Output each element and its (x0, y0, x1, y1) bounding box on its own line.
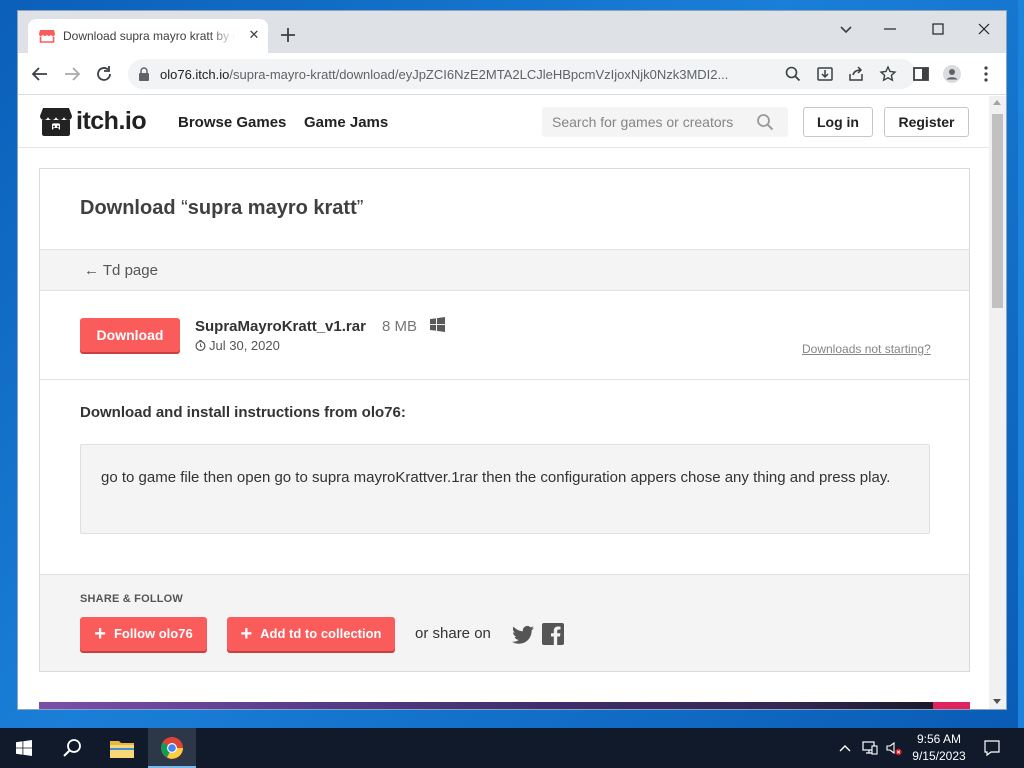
share-follow-section: SHARE & FOLLOW + Follow olo76 + Add td to … (40, 574, 969, 671)
show-hidden-icons-chevron-icon[interactable] (838, 742, 852, 754)
facebook-icon[interactable] (542, 623, 564, 645)
or-share-label: or share on (415, 625, 491, 642)
upload-row: Download SupraMayroKratt_v1.rar 8 MB Jul… (40, 291, 969, 380)
tab-close-icon[interactable]: ✕ (246, 27, 262, 43)
game-banner-image (39, 702, 970, 709)
plus-icon: + (240, 623, 253, 645)
taskbar-clock[interactable]: 9:56 AM 9/15/2023 (904, 731, 974, 765)
title-prefix: Download (80, 197, 182, 219)
scroll-thumb[interactable] (992, 114, 1003, 308)
title-open-quote: “ (181, 197, 188, 219)
file-size: 8 MB (382, 318, 418, 335)
bookmark-star-icon[interactable] (879, 65, 897, 83)
url-path: /supra-mayro-kratt/download/eyJpZCI6NzE2… (229, 67, 729, 82)
instructions-box: go to game file then open go to supra ma… (80, 444, 930, 534)
windows-taskbar: 9:56 AM 9/15/2023 (0, 728, 1024, 768)
follow-button[interactable]: + Follow olo76 (80, 617, 207, 651)
zoom-search-icon[interactable] (784, 65, 802, 83)
browser-window: Download supra mayro kratt by olo76 ✕ (17, 10, 1007, 710)
plus-icon: + (94, 623, 106, 645)
share-heading: SHARE & FOLLOW (80, 593, 184, 605)
instructions-title: Download and install instructions from o… (80, 404, 406, 421)
back-to-game-link[interactable]: ← Td page (84, 262, 158, 279)
install-app-icon[interactable] (816, 65, 834, 83)
add-to-collection-label: Add td to collection (260, 626, 382, 641)
volume-muted-icon[interactable] (886, 740, 902, 756)
itch-logo-text: itch.io (76, 107, 147, 135)
profile-avatar-icon[interactable] (942, 64, 962, 84)
nav-game-jams[interactable]: Game Jams (304, 114, 388, 131)
scroll-up-arrow-icon[interactable] (993, 100, 1001, 105)
windows-icon (430, 317, 445, 332)
search-box (542, 107, 788, 137)
title-game-name: supra mayro kratt (187, 197, 357, 219)
new-tab-plus-icon[interactable] (278, 25, 298, 45)
browser-toolbar: olo76.itch.io/supra-mayro-kratt/download… (18, 53, 1006, 95)
download-content-box: Download “supra mayro kratt” ← Td page D… (39, 168, 970, 672)
folder-icon (110, 741, 134, 758)
file-name: SupraMayroKratt_v1.rar (195, 318, 366, 335)
login-button[interactable]: Log in (803, 107, 873, 137)
url-host: olo76.itch.io (160, 67, 230, 82)
desktop-edge (1018, 0, 1024, 728)
minimize-icon[interactable] (878, 19, 902, 39)
start-button[interactable] (0, 728, 48, 768)
itch-logo[interactable]: itch.io (40, 106, 160, 138)
twitter-icon[interactable] (512, 625, 534, 645)
share-icon[interactable] (847, 65, 865, 83)
add-to-collection-button[interactable]: + Add td to collection (227, 617, 395, 651)
page-viewport: itch.io Browse Games Game Jams Log in Re… (18, 96, 1006, 709)
follow-button-label: Follow olo76 (113, 626, 193, 641)
file-date: Jul 30, 2020 (195, 338, 280, 353)
nav-browse-games[interactable]: Browse Games (178, 114, 286, 131)
clock-time: 9:56 AM (916, 732, 962, 746)
url-text[interactable]: olo76.itch.io/supra-mayro-kratt/download… (160, 67, 772, 82)
reload-icon[interactable] (94, 64, 114, 84)
file-date-text: Jul 30, 2020 (209, 338, 280, 353)
forward-arrow-icon[interactable] (62, 64, 82, 84)
tab-strip: Download supra mayro kratt by olo76 ✕ (18, 11, 1006, 53)
address-bar[interactable]: olo76.itch.io/supra-mayro-kratt/download… (128, 59, 916, 89)
taskbar-search-button[interactable] (48, 728, 96, 768)
close-window-icon[interactable] (972, 19, 996, 39)
tab-title: Download supra mayro kratt by olo76 (63, 29, 235, 43)
chrome-taskbar-button[interactable] (148, 728, 196, 768)
notification-center-icon[interactable] (983, 739, 1001, 757)
search-icon[interactable] (756, 113, 774, 131)
register-button[interactable]: Register (884, 107, 969, 137)
itch-header: itch.io Browse Games Game Jams Log in Re… (18, 96, 989, 148)
search-input[interactable] (542, 107, 752, 137)
clock-date: 9/15/2023 (912, 749, 966, 763)
chrome-icon (161, 737, 183, 759)
side-panel-icon[interactable] (911, 64, 931, 84)
page-title: Download “supra mayro kratt” (80, 197, 363, 220)
downloads-not-starting-link[interactable]: Downloads not starting? (802, 342, 931, 356)
menu-kebab-icon[interactable] (976, 64, 996, 84)
lock-icon[interactable] (138, 67, 150, 81)
instructions-text: go to game file then open go to supra ma… (101, 469, 891, 486)
title-close-quote: ” (356, 197, 364, 219)
download-button[interactable]: Download (80, 318, 180, 352)
search-icon (63, 739, 81, 757)
page-scrollbar[interactable] (989, 96, 1006, 709)
browser-tab[interactable]: Download supra mayro kratt by olo76 ✕ (28, 19, 268, 53)
clock-icon (195, 340, 206, 351)
scroll-down-arrow-icon[interactable] (993, 699, 1001, 704)
tab-search-chevron-icon[interactable] (834, 19, 858, 39)
windows-start-icon (16, 740, 32, 756)
itchio-favicon-icon (39, 30, 55, 43)
back-arrow-icon[interactable] (30, 64, 50, 84)
network-icon[interactable] (862, 740, 878, 756)
itch-logo-icon (40, 108, 72, 136)
back-bar: ← Td page (40, 249, 969, 291)
maximize-icon[interactable] (926, 19, 950, 39)
file-explorer-button[interactable] (98, 728, 146, 768)
